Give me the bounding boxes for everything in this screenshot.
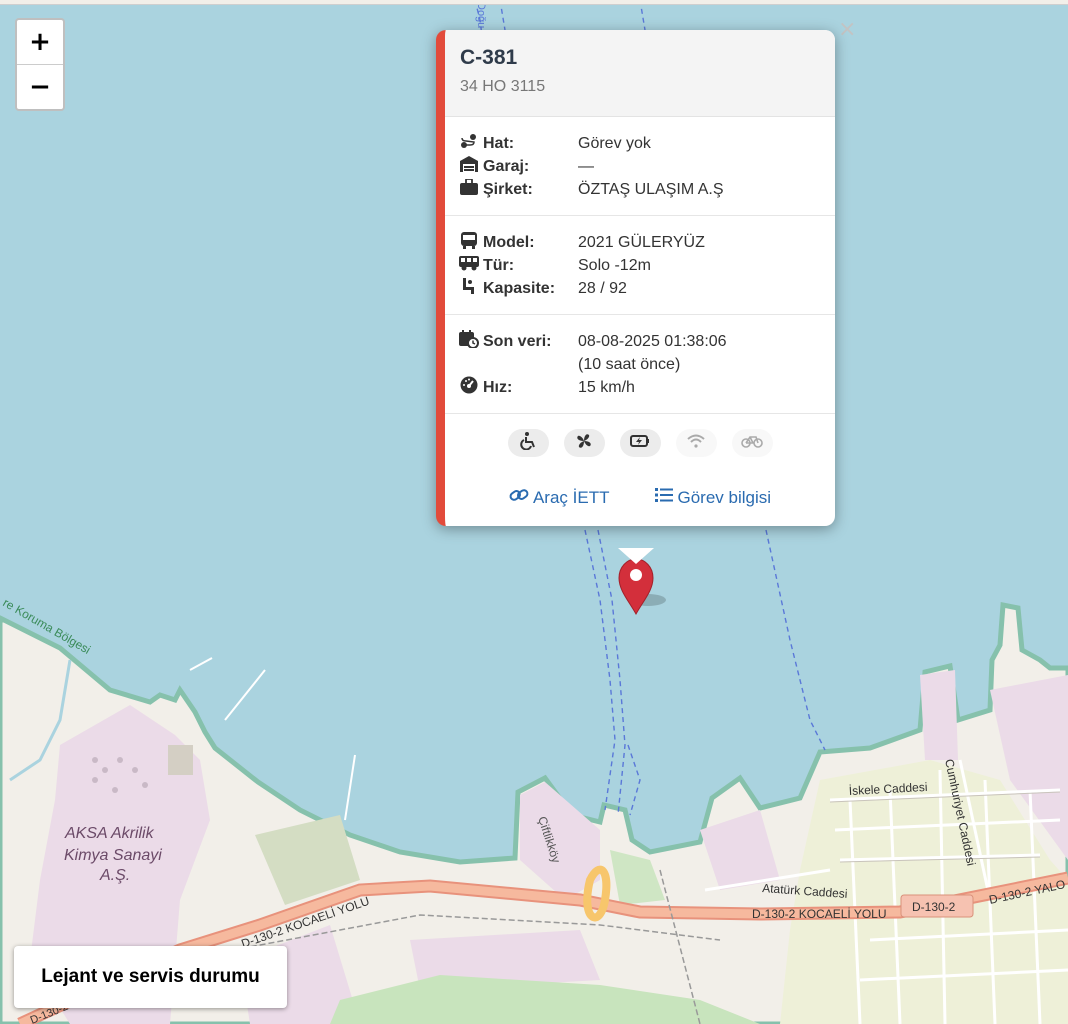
briefcase-icon bbox=[459, 178, 478, 200]
value-son-veri: 08-08-2025 01:38:06 bbox=[578, 332, 727, 350]
list-icon bbox=[655, 487, 674, 508]
label-company-2: Kimya Sanayi bbox=[64, 847, 162, 864]
vehicle-popup: C-381 34 HO 3115 Hat: Görev yok Garaj: —… bbox=[436, 30, 835, 526]
label-sirket: Şirket: bbox=[483, 180, 533, 198]
zoom-control: + − bbox=[15, 18, 65, 111]
feature-bicycle[interactable] bbox=[731, 429, 773, 457]
value-sirket: ÖZTAŞ ULAŞIM A.Ş bbox=[578, 180, 724, 198]
feature-ac[interactable] bbox=[563, 429, 605, 457]
popup-links: Araç İETT Görev bilgisi bbox=[445, 487, 835, 508]
route-icon bbox=[459, 133, 478, 154]
label-company-1: AKSA Akrilik bbox=[64, 825, 155, 842]
zoom-out-button[interactable]: − bbox=[17, 64, 63, 109]
iett-link[interactable]: Araç İETT bbox=[509, 487, 610, 508]
label-tur: Tür: bbox=[483, 256, 515, 274]
label-garaj: Garaj: bbox=[483, 157, 530, 175]
fan-icon bbox=[575, 432, 593, 455]
label-top-road: Doğu bbox=[475, 2, 487, 28]
label-d130-shield: D-130-2 bbox=[912, 900, 956, 914]
vehicle-plate: 34 HO 3115 bbox=[460, 78, 546, 95]
feature-wifi[interactable] bbox=[675, 429, 717, 457]
value-hat: Görev yok bbox=[578, 134, 651, 152]
label-hat: Hat: bbox=[483, 134, 515, 152]
label-son-veri: Son veri: bbox=[483, 332, 552, 350]
info-row-hiz: Hız: 15 km/h bbox=[459, 376, 835, 399]
feature-badges bbox=[445, 414, 835, 457]
info-row-relative-time: (10 saat önce) bbox=[459, 353, 835, 376]
value-tur: Solo -12m bbox=[578, 256, 651, 274]
value-relative-time: (10 saat önce) bbox=[578, 355, 681, 373]
info-row-sirket: Şirket: ÖZTAŞ ULAŞIM A.Ş bbox=[459, 178, 835, 201]
garage-icon bbox=[459, 156, 478, 177]
iett-link-label: Araç İETT bbox=[532, 487, 610, 507]
vehicle-code: C-381 bbox=[460, 46, 518, 69]
info-row-model: Model: 2021 GÜLERYÜZ bbox=[459, 231, 835, 254]
gauge-icon bbox=[459, 376, 478, 399]
label-kapasite: Kapasite: bbox=[483, 279, 556, 297]
seat-icon bbox=[459, 278, 478, 299]
info-section-vehicle: Model: 2021 GÜLERYÜZ Tür: Solo -12m Kapa… bbox=[445, 216, 835, 315]
label-model: Model: bbox=[483, 233, 535, 251]
value-garaj: — bbox=[578, 157, 594, 175]
info-row-son-veri: Son veri: 08-08-2025 01:38:06 bbox=[459, 330, 835, 353]
bus-icon bbox=[459, 231, 478, 254]
feature-wheelchair[interactable] bbox=[507, 429, 549, 457]
info-row-kapasite: Kapasite: 28 / 92 bbox=[459, 277, 835, 300]
wifi-icon bbox=[686, 434, 706, 453]
value-model: 2021 GÜLERYÜZ bbox=[578, 233, 705, 251]
link-icon bbox=[509, 487, 529, 508]
bus-side-icon bbox=[459, 255, 479, 276]
wheelchair-icon bbox=[519, 431, 537, 455]
info-row-garaj: Garaj: — bbox=[459, 155, 835, 178]
bicycle-icon bbox=[741, 434, 763, 453]
industrial-zone-right2 bbox=[920, 670, 958, 760]
zoom-in-button[interactable]: + bbox=[17, 20, 63, 64]
popup-close-button[interactable]: × bbox=[838, 17, 856, 42]
info-section-assignment: Hat: Görev yok Garaj: — Şirket: ÖZTAŞ UL… bbox=[445, 117, 835, 216]
label-hiz: Hız: bbox=[483, 378, 513, 396]
label-company-3: A.Ş. bbox=[99, 867, 130, 884]
task-info-link[interactable]: Görev bilgisi bbox=[655, 487, 771, 508]
task-info-link-label: Görev bilgisi bbox=[677, 487, 772, 507]
info-row-tur: Tür: Solo -12m bbox=[459, 254, 835, 277]
feature-charging[interactable] bbox=[619, 429, 661, 457]
info-row-hat: Hat: Görev yok bbox=[459, 132, 835, 155]
value-hiz: 15 km/h bbox=[578, 378, 635, 396]
label-d130-main: D-130-2 KOCAELİ YOLU bbox=[752, 907, 887, 921]
top-border bbox=[0, 0, 1068, 5]
value-kapasite: 28 / 92 bbox=[578, 279, 627, 297]
calendar-clock-icon bbox=[459, 330, 479, 353]
popup-header: C-381 34 HO 3115 bbox=[445, 30, 835, 117]
charging-icon bbox=[630, 434, 650, 453]
info-section-status: Son veri: 08-08-2025 01:38:06 (10 saat ö… bbox=[445, 315, 835, 414]
legend-button[interactable]: Lejant ve servis durumu bbox=[14, 946, 287, 1008]
